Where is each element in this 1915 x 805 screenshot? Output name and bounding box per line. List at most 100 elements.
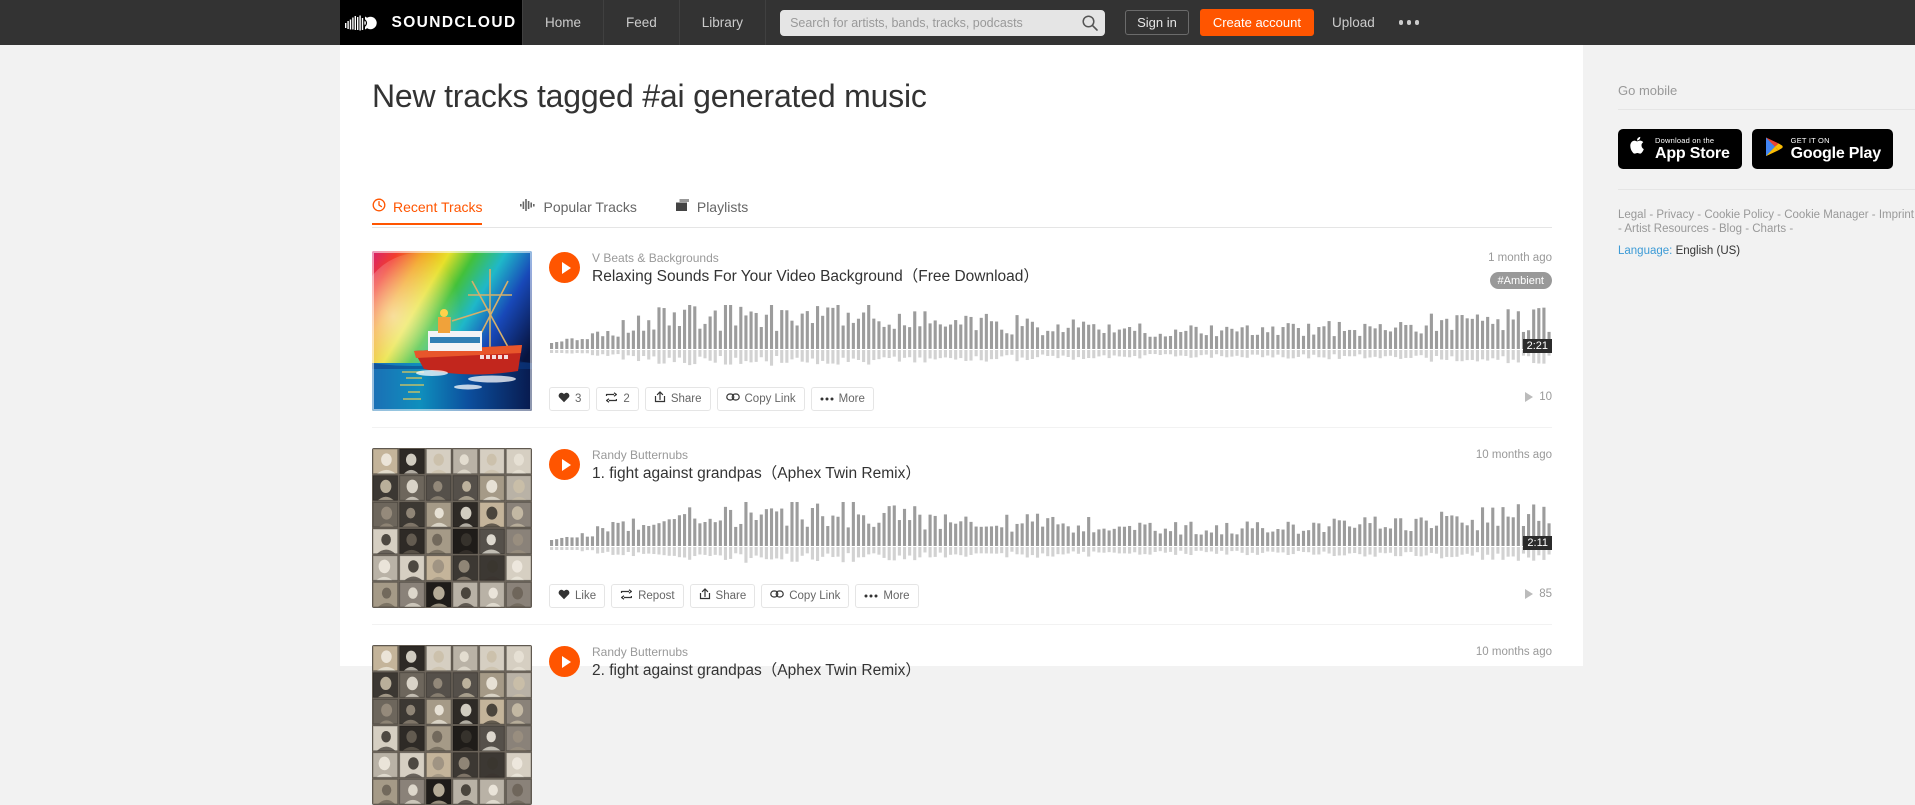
clock-icon [372,198,386,215]
play-icon[interactable] [549,449,580,480]
repost-icon [620,588,633,604]
track-timestamp: 10 months ago [1475,646,1552,658]
create-account-button[interactable]: Create account [1199,9,1314,36]
track-body: Randy Butternubs 2. fight against grandp… [549,645,1552,805]
tab-bar: Recent Tracks Popular Tracks Playlists [372,198,1552,228]
app-store-subtitle: Download on the [1655,136,1715,145]
share-icon [699,588,711,604]
track-meta: 1 month ago #Ambient [1488,251,1552,289]
track-title[interactable]: Relaxing Sounds For Your Video Backgroun… [592,267,1552,287]
track-artist[interactable]: V Beats & Backgrounds [592,251,1552,266]
waveform-graphic [550,305,1551,366]
heart-icon [558,392,570,407]
footer-link-blog[interactable]: Blog [1719,223,1742,235]
repost-button[interactable]: Repost [611,584,684,608]
footer-link-legal[interactable]: Legal [1618,209,1646,221]
nav-library[interactable]: Library [680,0,767,45]
play-icon[interactable] [549,646,580,677]
google-play-icon [1764,136,1784,163]
google-play-title: Google Play [1790,145,1881,162]
share-label: Share [715,590,747,602]
waveform[interactable]: 2:21 [549,305,1552,373]
divider [1618,109,1915,110]
top-navigation-bar: SOUNDCLOUD Home Feed Library Sign in Cre… [0,0,1915,45]
waveform[interactable]: 2:11 [549,502,1552,570]
google-play-subtitle: GET IT ON [1790,136,1830,145]
ship-rainbow-painting [372,251,532,411]
track-body: Randy Butternubs 1. fight against grandp… [549,448,1552,608]
ellipsis-icon[interactable] [1397,14,1422,31]
link-icon [725,392,740,406]
footer-link-imprint[interactable]: Imprint [1879,209,1914,221]
track-row: Randy Butternubs 1. fight against grandp… [372,427,1552,608]
track-artwork[interactable] [372,448,532,608]
google-play-badge[interactable]: GET IT ON Google Play [1751,129,1893,169]
track-artist[interactable]: Randy Butternubs [592,645,1552,660]
tab-playlists[interactable]: Playlists [675,198,764,224]
apple-icon [1630,136,1648,163]
app-store-title: App Store [1655,145,1730,162]
soundcloud-logo-icon [345,15,385,31]
track-artwork[interactable] [372,645,532,805]
search-box [780,9,1106,36]
track-tag[interactable]: #Ambient [1489,272,1552,289]
footer-link-privacy[interactable]: Privacy [1656,209,1694,221]
soundcloud-logo[interactable]: SOUNDCLOUD [340,0,522,45]
more-button[interactable]: More [855,584,919,608]
go-mobile-heading: Go mobile [1618,83,1678,98]
search-icon[interactable] [1081,14,1099,32]
share-button[interactable]: Share [689,584,756,608]
more-button[interactable]: More [810,387,874,411]
waveform-graphic [550,502,1551,563]
nav-feed[interactable]: Feed [604,0,680,45]
track-title[interactable]: 2. fight against grandpas（Aphex Twin Rem… [592,661,1552,681]
language-label[interactable]: Language: [1618,245,1672,257]
app-store-badges: Download on the App Store GET IT ON Goog… [1618,129,1915,169]
share-button[interactable]: Share [644,387,711,411]
like-button[interactable]: Like [549,584,606,608]
repost-label: Repost [638,590,675,602]
repost-count: 2 [623,393,630,405]
playlist-stack-icon [675,198,690,215]
tab-label: Playlists [696,198,749,215]
divider [1618,189,1915,190]
track-title[interactable]: 1. fight against grandpas（Aphex Twin Rem… [592,464,1552,484]
track-actions: 3 2 Share Copy Link More 10 [549,387,1552,411]
tab-recent-tracks[interactable]: Recent Tracks [372,198,498,225]
play-count: 10 [1525,391,1552,403]
footer-link-charts[interactable]: Charts [1752,223,1786,235]
copy-link-button[interactable]: Copy Link [716,387,805,411]
app-store-badge[interactable]: Download on the App Store [1618,129,1742,169]
portrait-grid [372,645,532,805]
footer-link-cookie-manager[interactable]: Cookie Manager [1784,209,1868,221]
like-button[interactable]: 3 [549,387,591,411]
tab-popular-tracks[interactable]: Popular Tracks [520,198,652,224]
track-artist[interactable]: Randy Butternubs [592,448,1552,463]
play-count: 85 [1525,588,1552,600]
right-sidebar: Go mobile Download on the App Store GET … [1618,45,1915,257]
search-input[interactable] [780,9,1106,36]
like-count: 3 [575,393,582,405]
language-value: English (US) [1675,245,1741,257]
track-timestamp: 10 months ago [1475,449,1552,461]
page-title: New tracks tagged #ai generated music [372,78,927,114]
tab-label: Recent Tracks [393,198,483,215]
track-list: V Beats & Backgrounds Relaxing Sounds Fo… [372,231,1552,805]
track-duration: 2:11 [1523,536,1552,550]
ellipsis-icon [864,589,878,603]
footer-link-artist-resources[interactable]: Artist Resources [1624,223,1708,235]
ellipsis-icon [820,392,834,406]
repost-button[interactable]: 2 [596,387,639,411]
copy-link-button[interactable]: Copy Link [761,584,850,608]
track-body: V Beats & Backgrounds Relaxing Sounds Fo… [549,251,1552,411]
track-meta: 10 months ago [1476,448,1552,462]
sign-in-button[interactable]: Sign in [1125,10,1189,35]
track-timestamp: 1 month ago [1488,252,1552,264]
share-icon [654,391,666,407]
footer-link-cookie-policy[interactable]: Cookie Policy [1704,209,1774,221]
play-icon[interactable] [549,252,580,283]
nav-home[interactable]: Home [522,0,605,45]
track-duration: 2:21 [1522,339,1552,353]
upload-link[interactable]: Upload [1332,15,1375,30]
track-artwork[interactable] [372,251,532,411]
